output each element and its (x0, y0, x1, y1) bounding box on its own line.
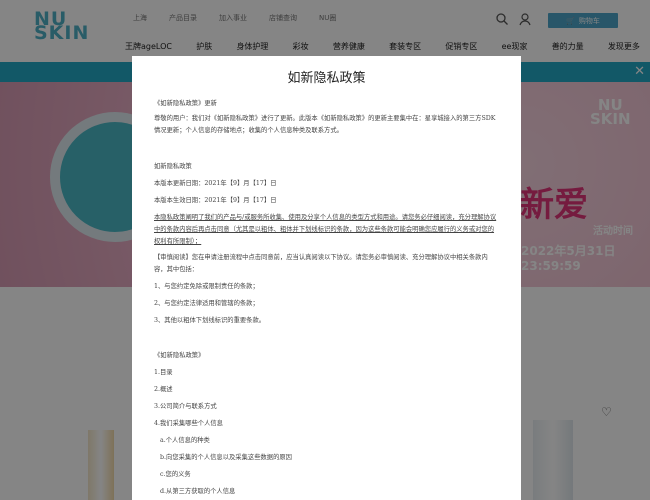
privacy-policy-modal: 如新隐私政策 《如新隐私政策》更新 尊敬的用户：我们对《如新隐私政策》进行了更新… (132, 56, 521, 500)
toc-subitem: b.向您采集的个人信息以及采集这些数据的原因 (160, 454, 292, 461)
review-item: 3、其他以粗体下划线标识的重要条款。 (154, 317, 266, 324)
toc-item: 2.概述 (154, 386, 173, 393)
toc-item: 3.公司简介与联系方式 (154, 403, 217, 410)
review-item: 1、与您约定免除或限制责任的条款； (154, 283, 259, 290)
review-item: 2、与您约定法律适用和管辖的条款； (154, 300, 259, 307)
toc-heading: 《如新隐私政策》 (154, 352, 205, 359)
effective-date: 本版本生效日期：2021年【9】月【17】日 (154, 197, 277, 204)
modal-title: 如新隐私政策 (287, 71, 366, 86)
toc-item: 1.目录 (154, 369, 173, 376)
toc-subitem: d.从第三方获取的个人信息 (160, 488, 236, 495)
toc-item: 4.我们采集哪些个人信息 (154, 420, 223, 427)
important-notice: 本隐私政策阐明了我们的产品与/或服务所收集、使用及分享个人信息的类型方式和用途。… (154, 214, 497, 245)
policy-title: 如新隐私政策 (154, 163, 192, 170)
modal-body[interactable]: 《如新隐私政策》更新 尊敬的用户：我们对《如新隐私政策》进行了更新。此版本《如新… (132, 98, 521, 498)
updated-date: 本版本更新日期：2021年【9】月【17】日 (154, 180, 277, 187)
toc-subitem: c.您的义务 (160, 471, 191, 478)
intro-heading: 《如新隐私政策》更新 (154, 100, 217, 107)
review-notice: 【审慎阅读】您在申请注册流程中点击同意前，应当认真阅读以下协议。请您务必审慎阅读… (154, 254, 488, 273)
intro-text: 尊敬的用户：我们对《如新隐私政策》进行了更新。此版本《如新隐私政策》的更新主要集… (154, 115, 496, 134)
toc-subitem: a.个人信息的种类 (160, 437, 210, 444)
